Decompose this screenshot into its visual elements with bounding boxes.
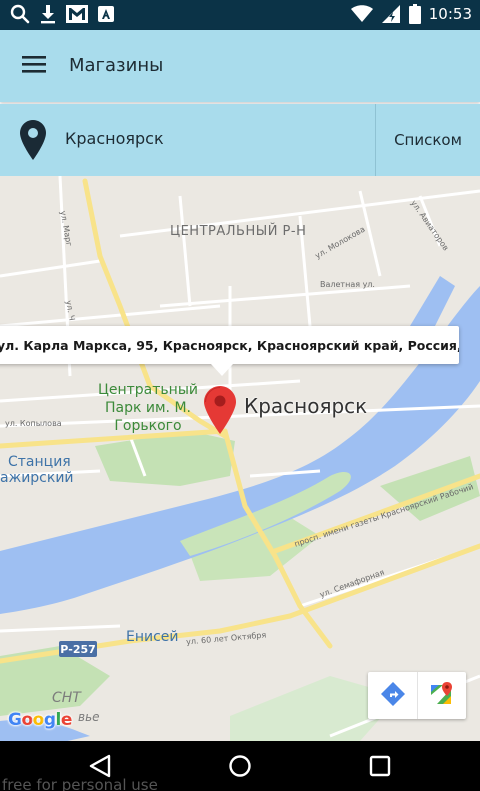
gmail-icon: [66, 5, 88, 23]
map-label-street: Валетная ул.: [320, 280, 375, 289]
google-logo: Google: [8, 710, 72, 730]
home-icon: [228, 754, 252, 782]
list-view-button[interactable]: Списком: [375, 104, 480, 176]
map-view[interactable]: ЦЕНТРАЛЬНЫЙ Р-Н ул. Молокова Валетная ул…: [0, 176, 480, 741]
google-logo-letter: e: [60, 710, 73, 730]
back-button[interactable]: [86, 754, 114, 782]
map-label-district: ЦЕНТРАЛЬНЫЙ Р-Н: [170, 224, 307, 239]
map-label-cnt: СНТ: [52, 690, 81, 706]
map-info-window[interactable]: ул. Карла Маркса, 95, Красноярск, Красно…: [0, 326, 459, 364]
recents-button[interactable]: [366, 755, 394, 781]
map-label-station: Станция: [8, 454, 71, 470]
google-logo-letter: o: [21, 710, 33, 730]
map-label-station: ажирский: [0, 470, 74, 486]
battery-icon: [408, 4, 421, 24]
map-label-cnt-suffix: вье: [78, 710, 100, 724]
location-pin-icon: [20, 120, 46, 164]
map-label-city: Красноярск: [244, 394, 368, 418]
google-logo-letter: g: [43, 710, 56, 730]
city-selector-bar: Красноярск Списком: [0, 104, 480, 176]
page-title: Магазины: [69, 55, 164, 76]
info-window-tail: [211, 364, 233, 376]
signal-icon: [381, 4, 401, 24]
wifi-icon: [350, 5, 373, 23]
park-name-line: Центратьный: [98, 382, 198, 398]
park-name-line: Парк им. М.: [104, 400, 191, 416]
font-app-icon: [98, 6, 114, 22]
map-toolbar: [368, 672, 466, 719]
hamburger-menu-icon: [22, 55, 46, 77]
route-badge: Р-257: [59, 641, 97, 657]
back-icon: [89, 754, 111, 782]
store-marker-icon[interactable]: [204, 386, 236, 438]
status-time: 10:53: [428, 5, 472, 23]
navigation-bar: [0, 741, 480, 791]
status-bar: 10:53: [0, 0, 480, 30]
home-button[interactable]: [226, 755, 254, 781]
city-selector[interactable]: Красноярск: [65, 129, 164, 148]
google-logo-letter: G: [8, 710, 22, 730]
download-icon: [40, 4, 56, 24]
park-name-line: Горького: [114, 418, 182, 434]
google-maps-icon: [430, 681, 454, 710]
map-label-street: ул. Копылова: [5, 419, 62, 428]
app-bar: Магазины: [0, 30, 480, 102]
google-logo-letter: o: [32, 710, 45, 730]
directions-button[interactable]: [368, 672, 417, 719]
map-label-park: Центратьный Парк им. М. Горького: [98, 381, 198, 435]
menu-button[interactable]: [14, 48, 54, 84]
search-icon: [10, 4, 30, 24]
recents-icon: [369, 755, 391, 781]
map-label-river: Енисей: [126, 629, 179, 645]
open-in-maps-button[interactable]: [417, 672, 466, 719]
directions-icon: [380, 681, 405, 710]
